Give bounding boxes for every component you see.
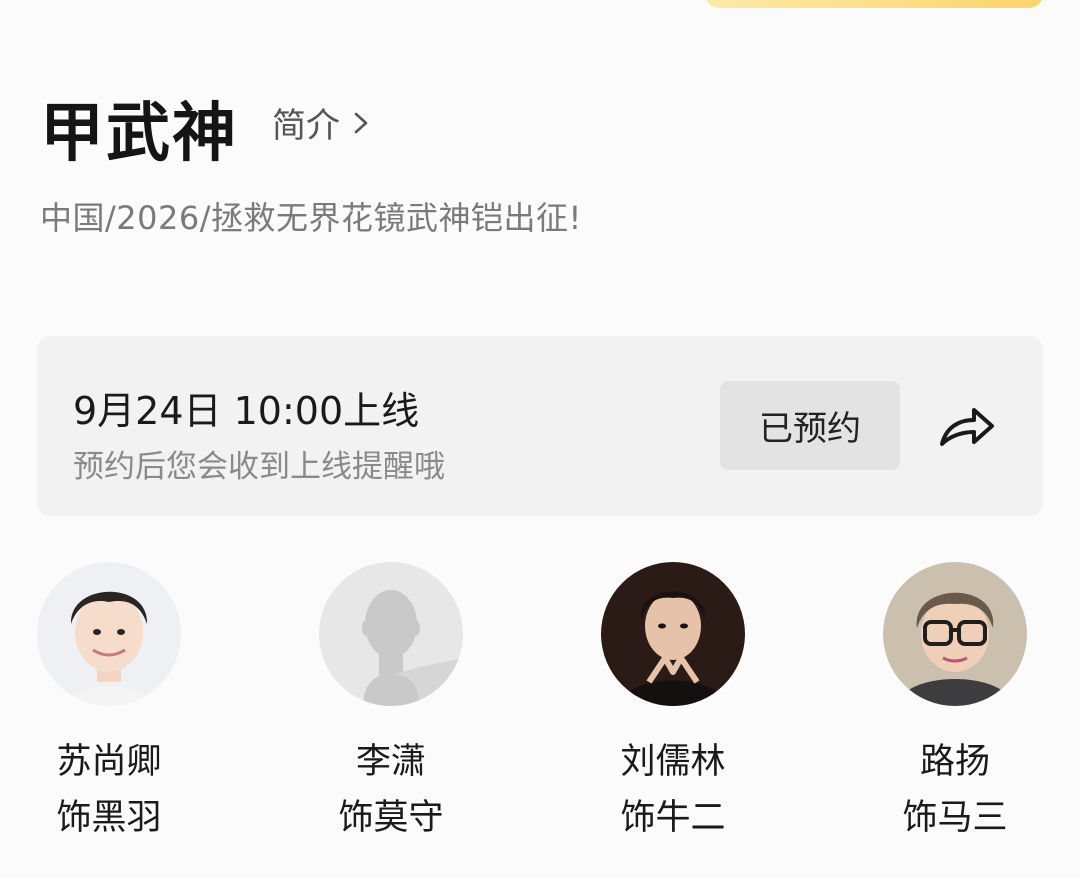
intro-link[interactable]: 简介 [272,98,372,147]
cast-member[interactable]: 李潇 饰莫守 [291,562,491,840]
cast-list: 苏尚卿 饰黑羽 李潇 饰莫守 刘儒林 饰牛二 路扬 饰马三 [0,562,1080,862]
actor-name: 刘儒林 [620,742,726,782]
actor-name: 路扬 [919,742,990,782]
top-accent-bar [705,0,1043,8]
release-date: 9月24日 10:00上线 [73,389,420,433]
release-note: 预约后您会收到上线提醒哦 [73,449,445,485]
page-title: 甲武神 [40,97,238,171]
cast-member[interactable]: 刘儒林 饰牛二 [573,562,773,840]
role-name: 饰莫守 [338,798,444,838]
release-card: 9月24日 10:00上线 预约后您会收到上线提醒哦 已预约 [37,336,1043,516]
avatar [883,562,1027,706]
actor-name: 苏尚卿 [56,742,162,782]
avatar [319,562,463,706]
reserved-button[interactable]: 已预约 [720,381,900,470]
role-name: 饰黑羽 [56,798,162,838]
cast-member[interactable]: 路扬 饰马三 [855,562,1055,840]
chevron-right-icon [354,112,368,133]
intro-label: 简介 [272,106,340,146]
share-icon[interactable] [932,398,1000,454]
actor-name: 李潇 [355,742,426,782]
role-name: 饰马三 [902,798,1008,838]
avatar [37,562,181,706]
show-subtitle: 中国/2026/拯救无界花镜武神铠出征! [40,199,582,237]
cast-member[interactable]: 苏尚卿 饰黑羽 [9,562,209,840]
avatar [601,562,745,706]
role-name: 饰牛二 [620,798,726,838]
